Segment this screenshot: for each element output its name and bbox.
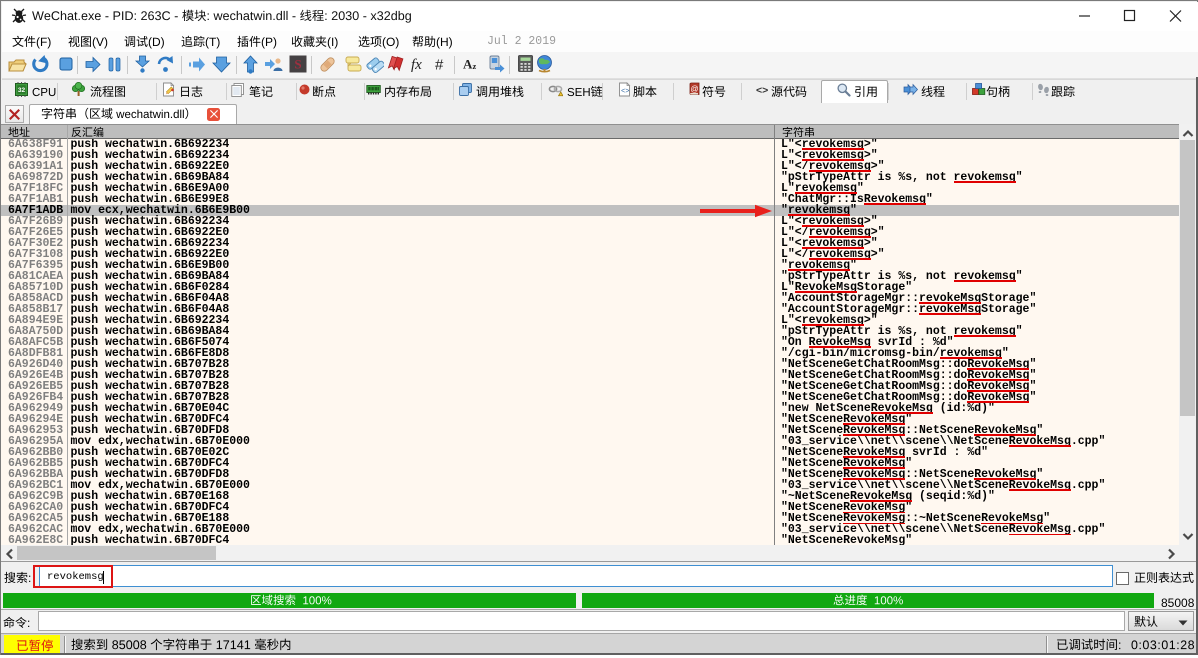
svg-text:fx: fx [411,57,422,73]
svg-text:S: S [294,57,301,72]
svg-text:A: A [463,57,473,72]
svg-text:z: z [473,61,477,71]
svg-text:<>: <> [621,88,629,96]
svg-text:32: 32 [17,87,25,94]
svg-text:<>: <> [756,85,768,97]
svg-text:@: @ [690,85,698,94]
svg-text:#: # [435,57,444,74]
